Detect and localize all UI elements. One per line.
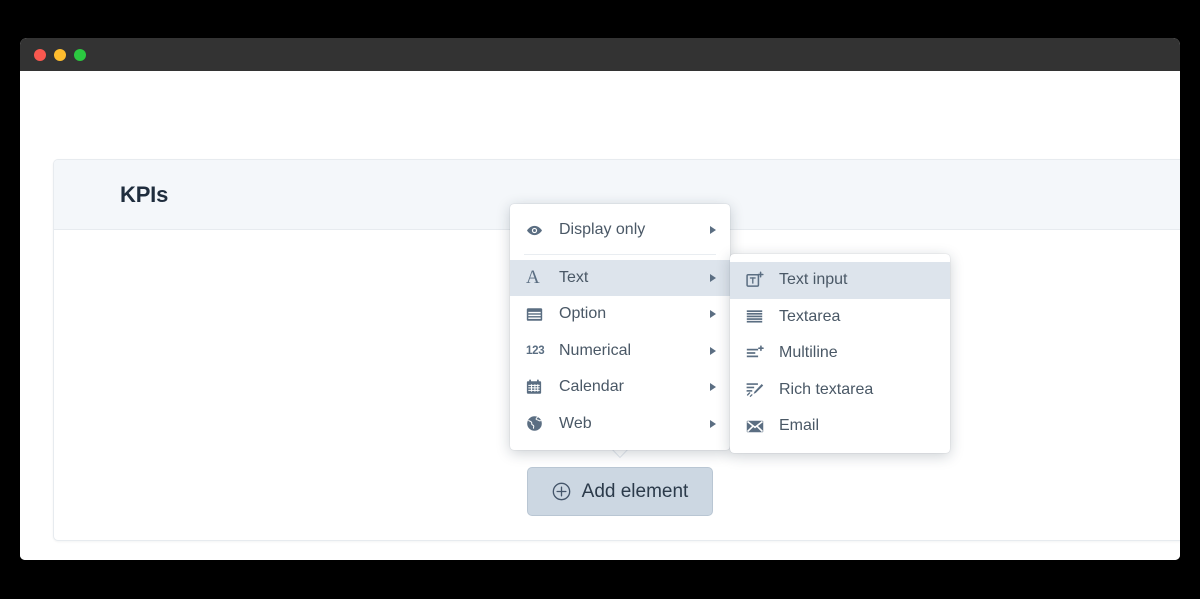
- submenu-item-label: Email: [779, 417, 820, 435]
- submenu-item-textarea[interactable]: Textarea: [730, 299, 950, 336]
- eye-icon: [526, 222, 548, 239]
- menu-divider: [524, 253, 716, 255]
- menu-item-label: Calendar: [559, 378, 624, 396]
- submenu-item-text-input[interactable]: Text input: [730, 262, 950, 299]
- submenu-item-multiline[interactable]: Multiline: [730, 335, 950, 372]
- letter-a-icon: A: [526, 267, 540, 289]
- plus-circle-icon: [552, 482, 570, 501]
- globe-icon: [526, 415, 548, 432]
- chevron-right-icon: [710, 383, 716, 392]
- browser-window: KPIs The Add element Add section: [20, 38, 1180, 560]
- calendar-icon: [526, 379, 548, 395]
- chevron-right-icon: [710, 346, 716, 355]
- menu-item-label: Option: [559, 305, 607, 323]
- menu-item-label: Web: [559, 414, 592, 432]
- menu-item-label: Display only: [559, 221, 646, 239]
- chevron-right-icon: [710, 310, 716, 319]
- section-title: KPIs: [120, 181, 169, 207]
- window-maximize-icon[interactable]: [74, 48, 86, 61]
- multiline-icon: [746, 345, 768, 361]
- element-type-menu: Display only A Text Option 123 Numerical…: [510, 204, 730, 450]
- add-element-button[interactable]: Add element: [527, 467, 713, 516]
- menu-item-text[interactable]: A Text: [510, 259, 730, 296]
- window-close-icon[interactable]: [34, 48, 46, 61]
- menu-item-web[interactable]: Web: [510, 406, 730, 443]
- submenu-item-label: Multiline: [779, 344, 838, 362]
- menu-item-label: Numerical: [559, 341, 632, 359]
- window-minimize-icon[interactable]: [54, 48, 66, 61]
- menu-item-calendar[interactable]: Calendar: [510, 369, 730, 406]
- text-input-icon: [746, 271, 768, 289]
- menu-item-numerical[interactable]: 123 Numerical: [510, 333, 730, 370]
- textarea-icon: [746, 309, 768, 325]
- chevron-right-icon: [710, 419, 716, 428]
- text-type-submenu: Text input Textarea Multiline Rich texta…: [730, 254, 950, 453]
- submenu-item-rich-textarea[interactable]: Rich textarea: [730, 372, 950, 409]
- submenu-item-label: Text input: [779, 271, 848, 289]
- rich-text-icon: [746, 381, 768, 398]
- list-rows-icon: [526, 307, 548, 322]
- menu-item-option[interactable]: Option: [510, 296, 730, 333]
- submenu-item-label: Textarea: [779, 307, 841, 325]
- chevron-right-icon: [710, 273, 716, 282]
- menu-item-label: Text: [559, 268, 589, 286]
- envelope-icon: [746, 419, 768, 434]
- menu-item-display-only[interactable]: Display only: [510, 212, 730, 249]
- submenu-item-email[interactable]: Email: [730, 408, 950, 445]
- digits-123-icon: 123: [526, 344, 545, 357]
- chevron-right-icon: [710, 226, 716, 235]
- window-titlebar: [20, 38, 1180, 71]
- add-element-label: Add element: [581, 480, 689, 502]
- submenu-item-label: Rich textarea: [779, 380, 874, 398]
- page-content: KPIs The Add element Add section: [20, 71, 1180, 560]
